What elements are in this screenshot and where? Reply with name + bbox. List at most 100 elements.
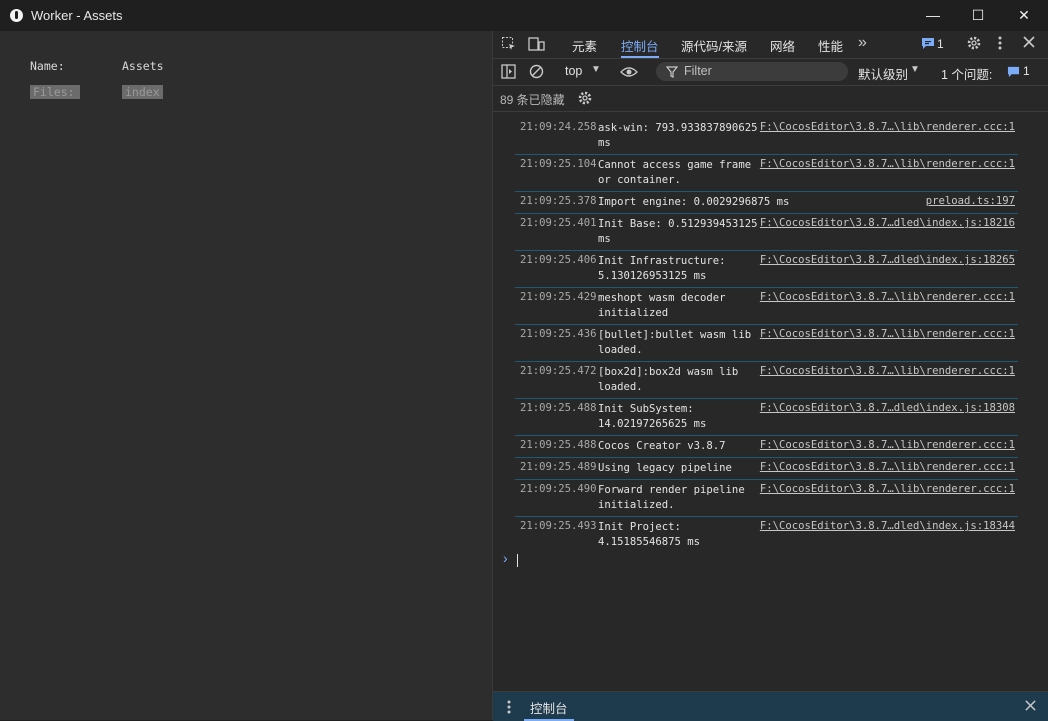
window-title: Worker - Assets [31, 8, 123, 23]
log-source-link[interactable]: F:\CocosEditor\3.8.7…\lib\renderer.ccc:1 [760, 121, 1015, 133]
kebab-menu-icon[interactable] [998, 36, 1002, 53]
log-message: Import engine: 0.0029296875 ms [598, 196, 790, 208]
log-message: Forward render pipeline initialized. [598, 484, 745, 511]
log-source-link[interactable]: F:\CocosEditor\3.8.7…\lib\renderer.ccc:1 [760, 328, 1015, 340]
log-level-chevron-icon[interactable]: ▼ [910, 64, 920, 75]
log-source-link[interactable]: F:\CocosEditor\3.8.7…\lib\renderer.ccc:1 [760, 365, 1015, 377]
live-expression-eye-icon[interactable] [620, 65, 638, 81]
log-message: Init Base: 0.512939453125 ms [598, 218, 758, 245]
log-source-link[interactable]: F:\CocosEditor\3.8.7…\lib\renderer.ccc:1 [760, 439, 1015, 451]
log-timestamp: 21:09:25.472 [520, 365, 597, 377]
log-timestamp: 21:09:25.489 [520, 461, 597, 473]
log-row: 21:09:25.472 [box2d]:box2d wasm lib load… [515, 362, 1018, 399]
log-source-link[interactable]: F:\CocosEditor\3.8.7…dled\index.js:18265 [760, 254, 1015, 266]
log-source-link[interactable]: F:\CocosEditor\3.8.7…\lib\renderer.ccc:1 [760, 483, 1015, 495]
log-source-link[interactable]: F:\CocosEditor\3.8.7…dled\index.js:18216 [760, 217, 1015, 229]
log-level-dropdown[interactable]: 默认级别 [858, 64, 908, 83]
log-message: Init SubSystem: 14.02197265625 ms [598, 403, 707, 430]
active-tab-indicator [621, 56, 659, 58]
log-timestamp: 21:09:25.490 [520, 483, 597, 495]
drawer-close-icon[interactable] [1024, 699, 1037, 715]
log-message: Cocos Creator v3.8.7 [598, 440, 726, 452]
log-row: 21:09:25.493 Init Project: 4.15185546875… [515, 517, 1018, 553]
log-row: 21:09:25.489 Using legacy pipeline F:\Co… [515, 458, 1018, 480]
bottom-drawer: 控制台 [493, 691, 1048, 721]
issues-toolbar-icon[interactable] [1007, 65, 1020, 81]
issues-badge-count: 1 [937, 37, 944, 51]
files-label: Files: [30, 85, 80, 99]
log-row: 21:09:25.378 Import engine: 0.0029296875… [515, 192, 1018, 214]
log-timestamp: 21:09:25.378 [520, 195, 597, 207]
log-source-link[interactable]: F:\CocosEditor\3.8.7…dled\index.js:18344 [760, 520, 1015, 532]
log-source-link[interactable]: F:\CocosEditor\3.8.7…\lib\renderer.ccc:1 [760, 158, 1015, 170]
name-label: Name: [30, 59, 65, 73]
console-toolbar: top ▼ Filter 默认级别 ▼ 1 个问题: 1 [493, 59, 1048, 86]
tab-sources[interactable]: 源代码/来源 [681, 36, 747, 55]
log-row: 21:09:25.406 Init Infrastructure: 5.1301… [515, 251, 1018, 288]
log-timestamp: 21:09:25.488 [520, 439, 597, 451]
log-row: 21:09:25.488 Cocos Creator v3.8.7 F:\Coc… [515, 436, 1018, 458]
log-timestamp: 21:09:25.429 [520, 291, 597, 303]
log-timestamp: 21:09:25.436 [520, 328, 597, 340]
settings-gear-icon[interactable] [966, 35, 982, 54]
log-row: 21:09:25.429 meshopt wasm decoder initia… [515, 288, 1018, 325]
log-timestamp: 21:09:25.488 [520, 402, 597, 414]
log-source-link[interactable]: F:\CocosEditor\3.8.7…dled\index.js:18308 [760, 402, 1015, 414]
worker-page: Name: Assets Files: index [0, 31, 493, 720]
log-message: [box2d]:box2d wasm lib loaded. [598, 366, 739, 393]
log-message: meshopt wasm decoder initialized [598, 292, 726, 319]
tab-network[interactable]: 网络 [770, 36, 795, 55]
files-value: index [122, 85, 163, 99]
log-source-link[interactable]: preload.ts:197 [926, 195, 1015, 207]
hidden-messages-bar: 89 条已隐藏 [493, 86, 1048, 112]
console-settings-gear-icon[interactable] [577, 90, 593, 109]
devtools-panel: 元素 控制台 源代码/来源 网络 性能 » 1 top ▼ Filter 默认级… [493, 31, 1048, 721]
log-message: [bullet]:bullet wasm lib loaded. [598, 329, 752, 356]
log-source-link[interactable]: F:\CocosEditor\3.8.7…\lib\renderer.ccc:1 [760, 291, 1015, 303]
log-row: 21:09:24.258 ask-win: 793.933837890625 m… [515, 118, 1018, 155]
log-row: 21:09:25.436 [bullet]:bullet wasm lib lo… [515, 325, 1018, 362]
log-timestamp: 21:09:25.493 [520, 520, 597, 532]
log-message: Cannot access game frame or container. [598, 159, 752, 186]
filter-funnel-icon [665, 65, 679, 81]
drawer-kebab-icon[interactable] [507, 700, 511, 717]
minimize-button[interactable]: — [910, 0, 956, 31]
close-window-button[interactable]: ✕ [1001, 0, 1047, 31]
filter-placeholder: Filter [684, 64, 712, 78]
hidden-count-text: 89 条已隐藏 [500, 93, 565, 107]
sidebar-toggle-icon[interactable] [501, 64, 516, 82]
console-input-caret[interactable] [517, 554, 518, 567]
context-selector[interactable]: top [565, 64, 582, 78]
log-row: 21:09:25.104 Cannot access game frame or… [515, 155, 1018, 192]
clear-console-icon[interactable] [529, 64, 544, 82]
name-value: Assets [122, 59, 164, 73]
log-row: 21:09:25.488 Init SubSystem: 14.02197265… [515, 399, 1018, 436]
tab-elements[interactable]: 元素 [572, 36, 597, 55]
more-tabs-icon[interactable]: » [858, 34, 867, 52]
tab-console[interactable]: 控制台 [621, 36, 659, 55]
tab-performance[interactable]: 性能 [818, 36, 843, 55]
title-bar: Worker - Assets — ☐ ✕ [0, 0, 1048, 31]
issues-message-icon[interactable] [921, 37, 935, 53]
log-timestamp: 21:09:25.401 [520, 217, 597, 229]
console-prompt-chevron-icon: › [503, 550, 508, 566]
log-timestamp: 21:09:24.258 [520, 121, 597, 133]
devtools-tab-bar: 元素 控制台 源代码/来源 网络 性能 » 1 [493, 31, 1048, 59]
maximize-button[interactable]: ☐ [955, 0, 1001, 31]
filter-input[interactable]: Filter [656, 62, 848, 81]
context-dropdown-icon[interactable]: ▼ [591, 64, 601, 75]
console-output: 21:09:24.258 ask-win: 793.933837890625 m… [493, 112, 1048, 690]
device-toolbar-icon[interactable] [528, 36, 545, 55]
app-icon [10, 9, 23, 22]
log-message: Using legacy pipeline [598, 462, 732, 474]
log-source-link[interactable]: F:\CocosEditor\3.8.7…\lib\renderer.ccc:1 [760, 461, 1015, 473]
drawer-tab-console[interactable]: 控制台 [530, 698, 568, 717]
log-row: 21:09:25.401 Init Base: 0.512939453125 m… [515, 214, 1018, 251]
issues-toolbar-count: 1 [1023, 64, 1030, 78]
close-devtools-icon[interactable] [1022, 35, 1036, 52]
inspect-element-icon[interactable] [501, 36, 517, 55]
log-message: Init Project: 4.15185546875 ms [598, 521, 701, 548]
issues-link-label[interactable]: 1 个问题: [941, 64, 992, 83]
log-row: 21:09:25.490 Forward render pipeline ini… [515, 480, 1018, 517]
log-message: Init Infrastructure: 5.130126953125 ms [598, 255, 726, 282]
